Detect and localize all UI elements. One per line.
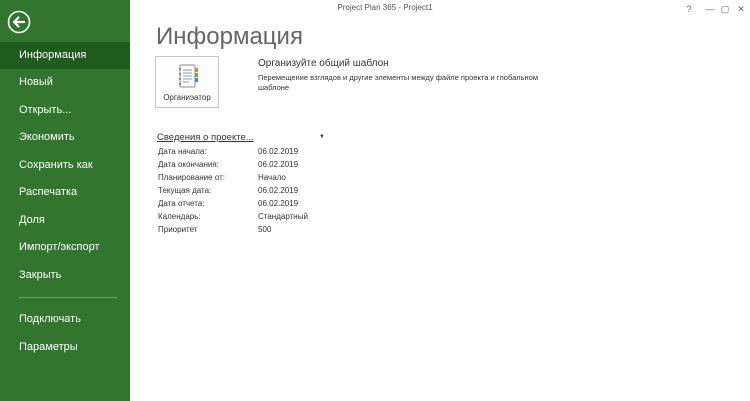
- menu-item-save-as[interactable]: Сохранить как: [0, 152, 130, 179]
- project-properties-label: Сведения о проекте...: [157, 132, 254, 143]
- close-button[interactable]: ✕: [732, 2, 750, 16]
- organizer-button[interactable]: Органиэатор: [155, 56, 219, 108]
- menu-item-connect[interactable]: Подключать: [0, 306, 130, 333]
- menu-item-open[interactable]: Открыть...: [0, 97, 130, 124]
- menu-item-options[interactable]: Параметры: [0, 334, 130, 361]
- menu-separator: [19, 297, 117, 298]
- menu-item-import-export[interactable]: Импорт/экспорт: [0, 234, 130, 261]
- help-button[interactable]: ?: [680, 2, 698, 16]
- property-value: 06.02.2019: [258, 147, 299, 156]
- menu-item-save[interactable]: Экономить: [0, 124, 130, 151]
- menu-item-close[interactable]: Закрыть: [0, 262, 130, 289]
- window-title: Project Plan 365 - Project1: [337, 3, 433, 12]
- dropdown-arrow-icon[interactable]: ▼: [319, 134, 325, 140]
- property-value: Стандартный: [258, 212, 308, 221]
- menu-item-new[interactable]: Новый: [0, 69, 130, 96]
- organizer-description: Перемещение взглядов и другие элементы м…: [258, 73, 538, 92]
- organizer-label: Органиэатор: [163, 93, 211, 102]
- notebook-icon: [179, 64, 198, 88]
- property-label: Приоритет: [158, 225, 198, 234]
- property-label: Дата отчета:: [158, 199, 205, 208]
- menu-item-print[interactable]: Распечатка: [0, 179, 130, 206]
- property-value: 06.02.2019: [258, 160, 299, 169]
- property-value: 500: [258, 225, 272, 234]
- back-arrow-icon[interactable]: [7, 10, 31, 34]
- property-label: Планирование от:: [158, 173, 225, 182]
- property-label: Текущая дата:: [158, 186, 212, 195]
- title-bar: Project Plan 365 - Project1 ? — ▢ ✕: [130, 0, 750, 20]
- property-value: Начало: [258, 173, 286, 182]
- menu-item-info[interactable]: Информация: [0, 42, 130, 69]
- property-label: Календарь:: [158, 212, 201, 221]
- page-title: Информация: [156, 23, 303, 50]
- property-label: Дата начала:: [158, 147, 207, 156]
- backstage-sidebar: Информация Новый Открыть... Экономить Со…: [0, 0, 130, 401]
- organizer-heading: Организуйте общий шаблон: [258, 58, 389, 69]
- menu-item-share[interactable]: Доля: [0, 207, 130, 234]
- property-label: Дата окончания:: [158, 160, 219, 169]
- property-value: 06.02.2019: [258, 199, 299, 208]
- project-properties-dropdown[interactable]: Сведения о проекте...: [157, 132, 254, 143]
- property-value: 06.02.2019: [258, 186, 299, 195]
